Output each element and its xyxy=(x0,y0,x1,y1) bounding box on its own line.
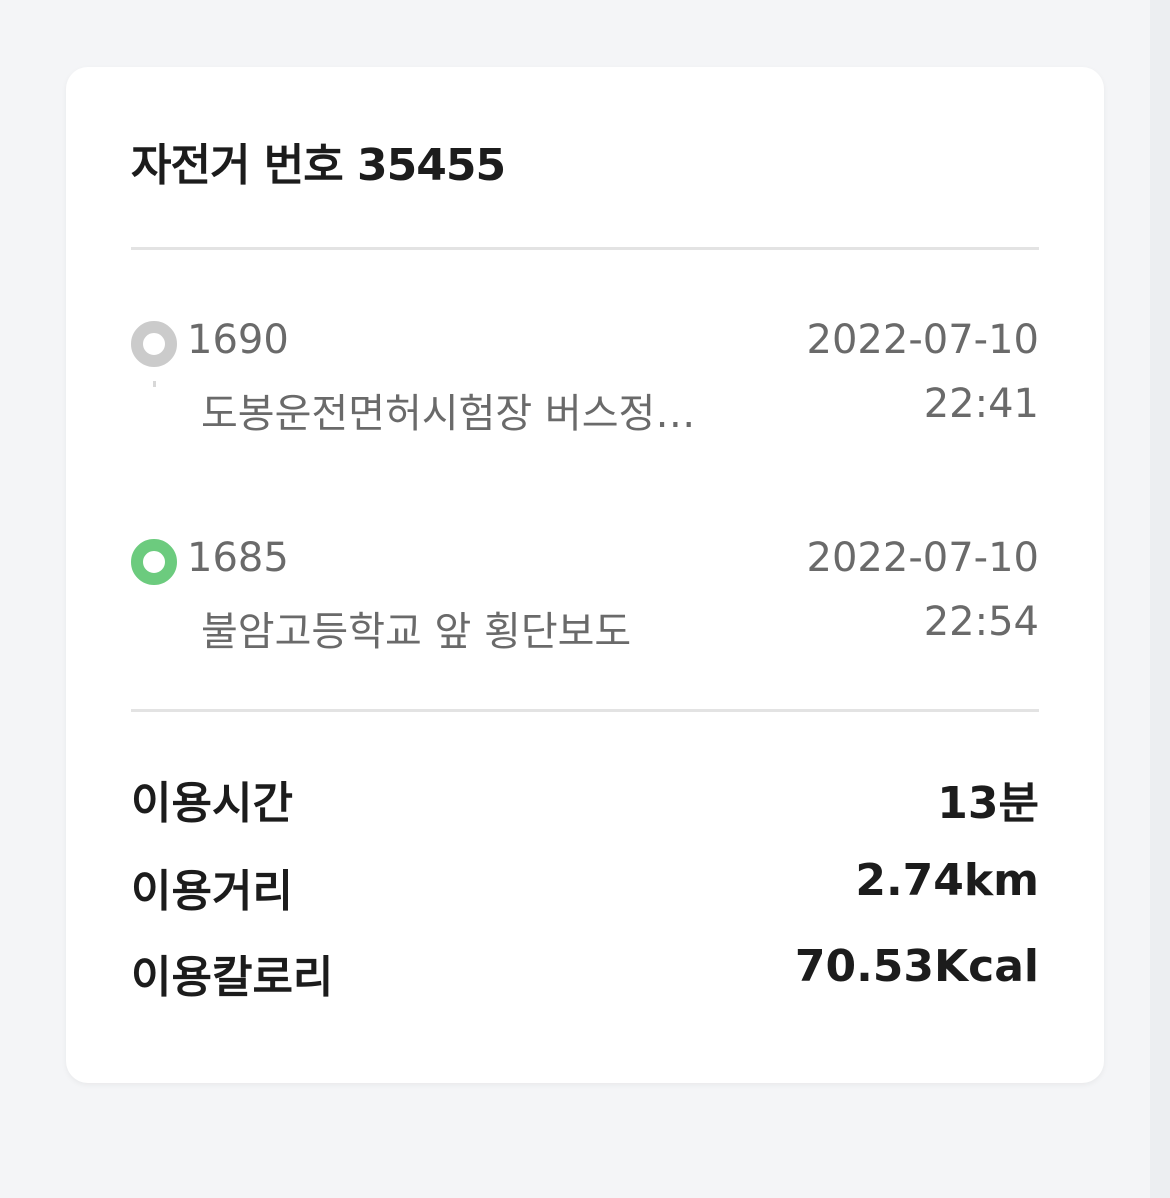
start-station-id: 1690 xyxy=(187,317,289,363)
usage-time-value: 13분 xyxy=(937,778,1039,829)
usage-time-row: 이용시간 13분 xyxy=(131,767,1039,829)
end-time: 22:54 xyxy=(923,599,1039,645)
end-station-name: 불암고등학교 앞 횡단보도 xyxy=(201,609,632,655)
usage-distance-row: 이용거리 2.74km xyxy=(131,855,1039,917)
bike-number-title: 자전거 번호 35455 xyxy=(131,140,506,191)
rental-history-card: 자전거 번호 35455 1690 도봉운전면허시험장 버스정… 2022-07… xyxy=(66,67,1104,1083)
end-station-id: 1685 xyxy=(187,535,289,581)
scroll-edge xyxy=(1150,0,1170,1198)
start-time: 22:41 xyxy=(923,381,1039,427)
usage-distance-label: 이용거리 xyxy=(131,866,293,917)
divider xyxy=(131,709,1039,712)
usage-calories-label: 이용칼로리 xyxy=(131,952,334,1003)
start-marker-icon xyxy=(131,321,177,367)
start-station: 1690 도봉운전면허시험장 버스정… 2022-07-10 22:41 xyxy=(131,315,1039,437)
end-date: 2022-07-10 xyxy=(806,535,1039,581)
usage-distance-value: 2.74km xyxy=(855,855,1039,906)
route-connector xyxy=(153,381,156,387)
usage-calories-value: 70.53Kcal xyxy=(794,941,1039,992)
start-date: 2022-07-10 xyxy=(806,317,1039,363)
divider xyxy=(131,247,1039,250)
usage-time-label: 이용시간 xyxy=(131,778,293,829)
end-marker-icon xyxy=(131,539,177,585)
usage-calories-row: 이용칼로리 70.53Kcal xyxy=(131,941,1039,1003)
end-station: 1685 불암고등학교 앞 횡단보도 2022-07-10 22:54 xyxy=(131,533,1039,655)
start-station-name: 도봉운전면허시험장 버스정… xyxy=(201,391,696,437)
